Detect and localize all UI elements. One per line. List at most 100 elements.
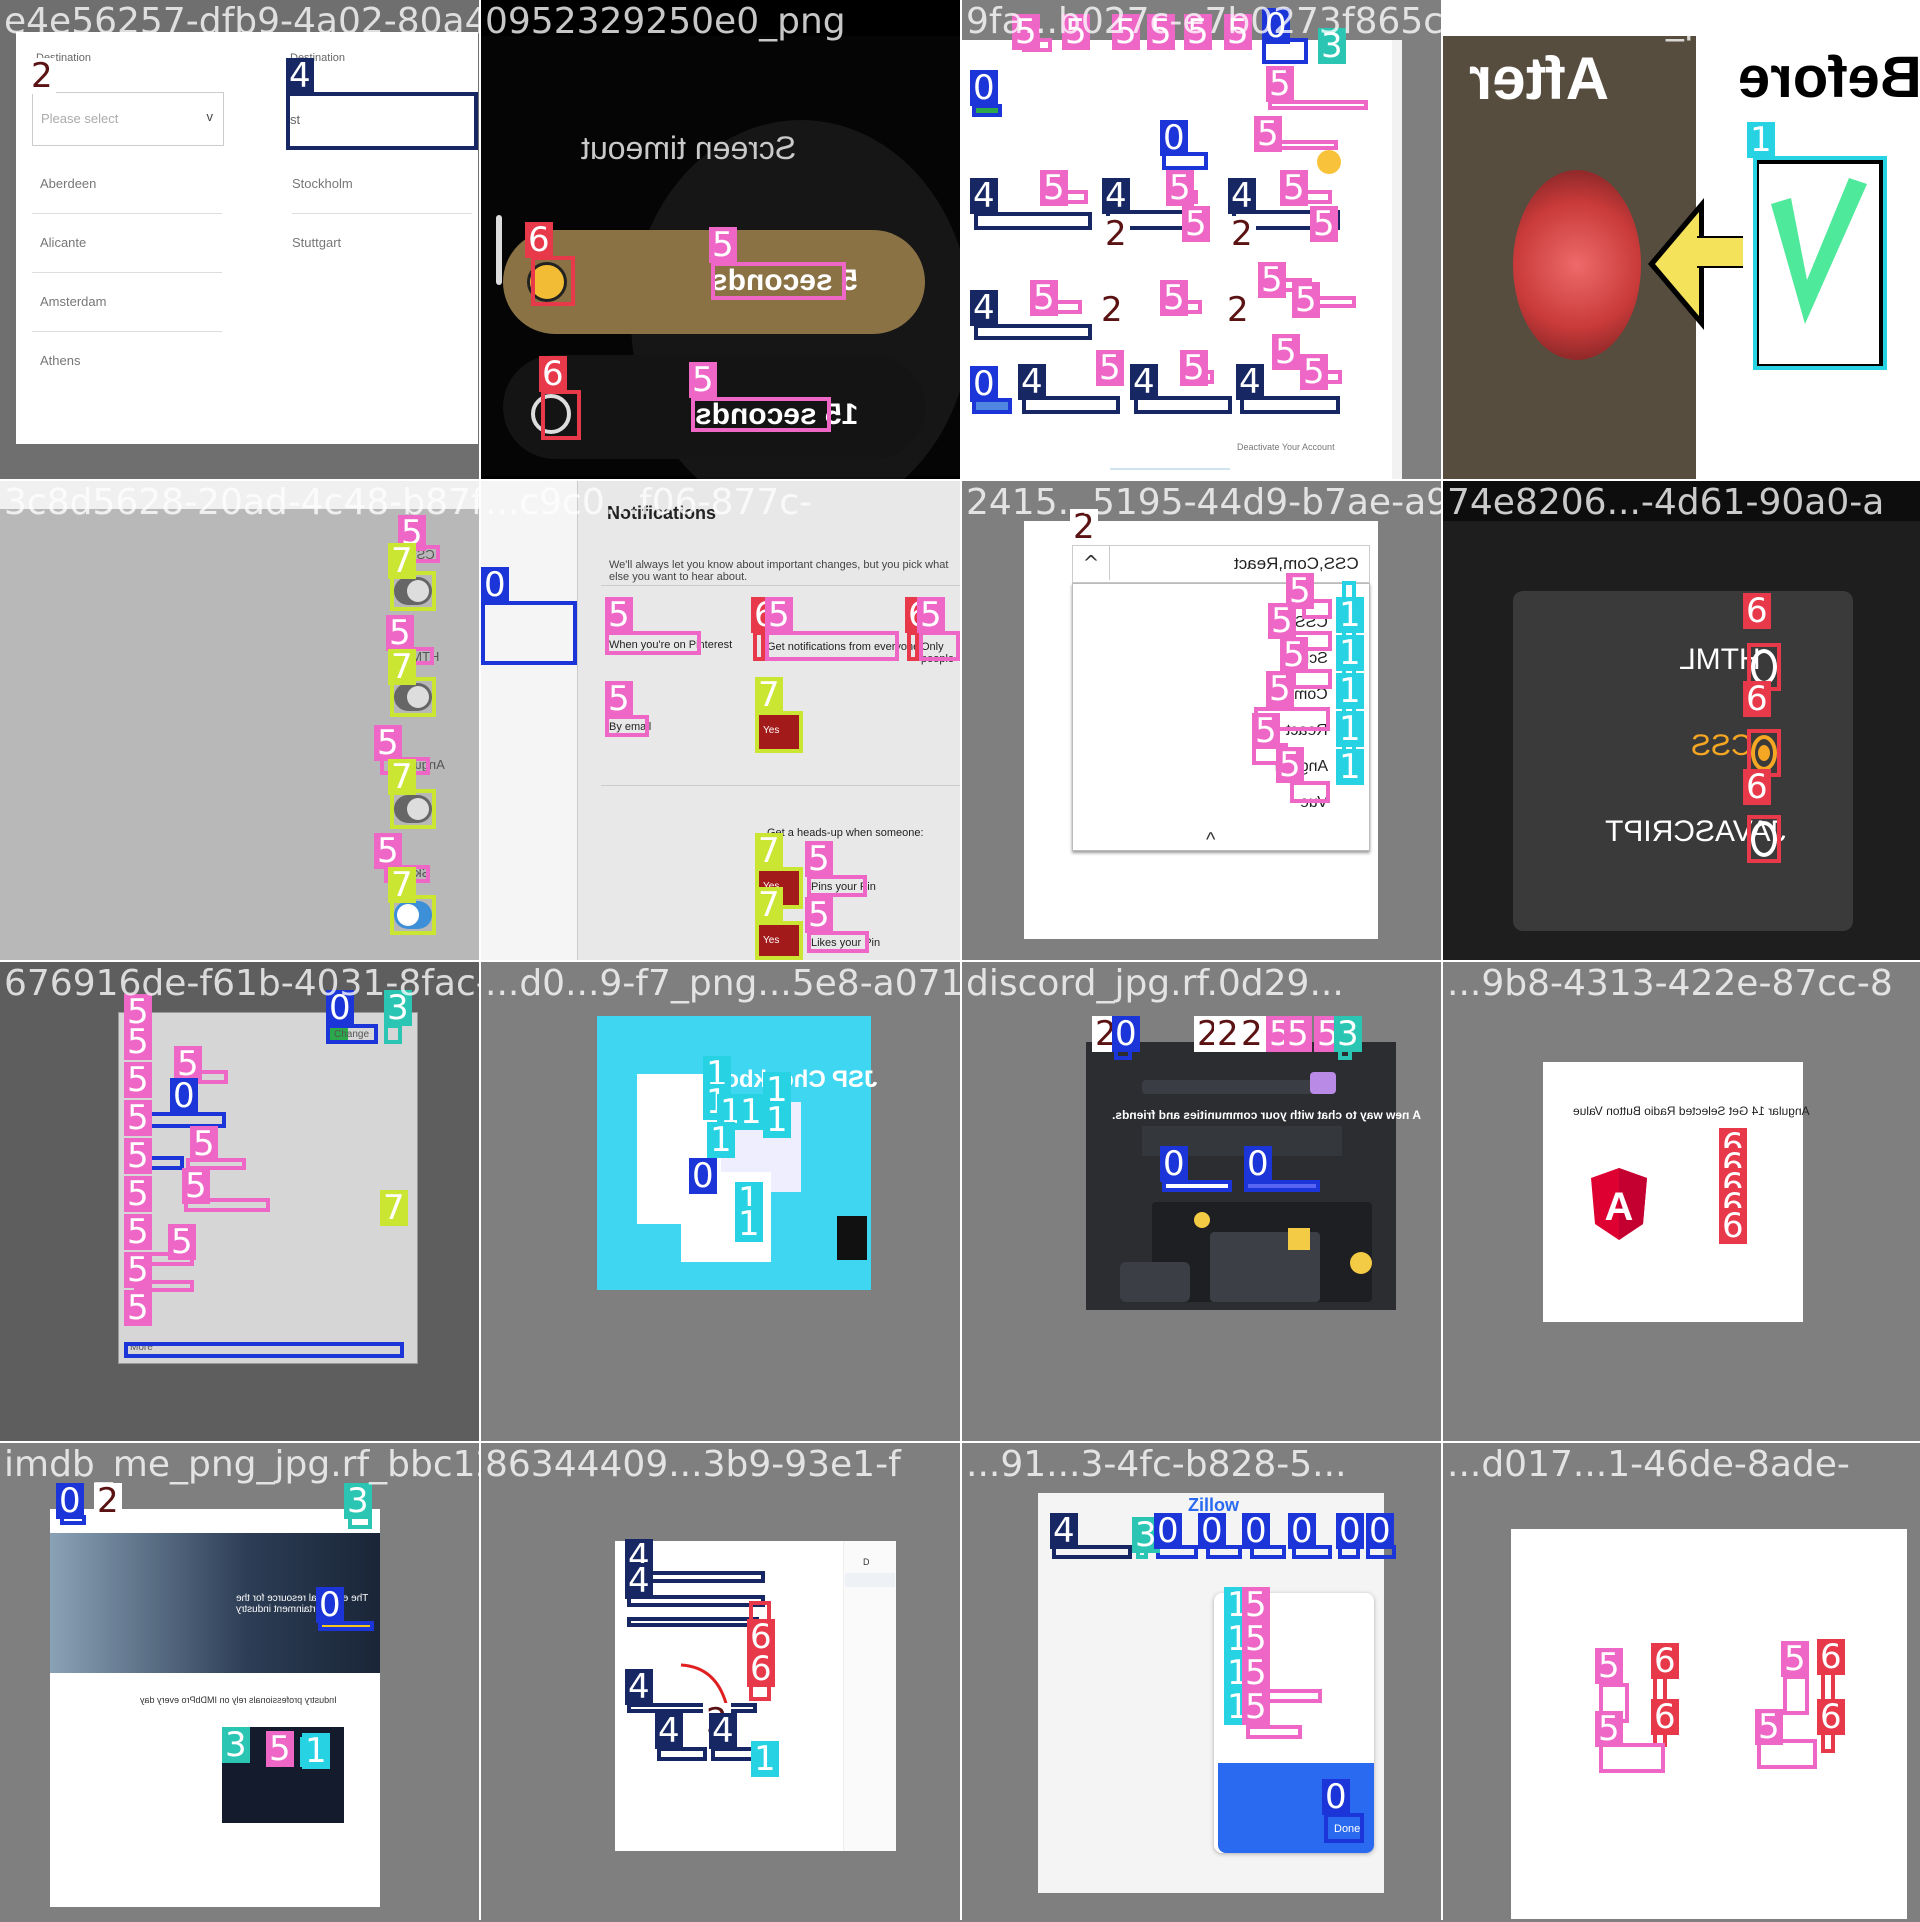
change-button[interactable]: Change (334, 1029, 369, 1040)
class-tag: 5 (1184, 14, 1212, 50)
class-tag: 0 (170, 1078, 198, 1114)
thumbnail (1543, 1062, 1803, 1322)
bbox-4-more (124, 1342, 404, 1358)
section-heading: Get a heads-up when someone: (767, 827, 924, 839)
class-tag: 1 (1336, 673, 1364, 709)
bbox-6 (541, 390, 581, 440)
class-tag: 4 (625, 1669, 653, 1705)
list-item[interactable]: Stuttgart (292, 214, 472, 272)
class-tag: 0 (970, 70, 998, 106)
list-item[interactable]: Stockholm (292, 155, 472, 214)
class-tag: 2 (1224, 292, 1252, 328)
class-tag: 7 (755, 833, 783, 869)
class-tag: 1 (1336, 711, 1364, 747)
class-tag: 5 (1300, 354, 1328, 390)
class-tag: 5 (709, 227, 737, 263)
class-tag: 5 (124, 1252, 152, 1288)
page-title: Notifications (607, 503, 717, 523)
class-tag: 4 (1228, 178, 1256, 214)
red-button-icon (1513, 170, 1641, 360)
class-tag: 4 (1102, 178, 1130, 214)
class-tag: 0 (1112, 1016, 1140, 1052)
class-tag: 4 (709, 1713, 737, 1749)
class-tag: 6 (1817, 1699, 1845, 1735)
class-tag: 1 (1336, 635, 1364, 671)
class-tag: 3 (344, 1483, 372, 1519)
class-tag: 0 (1160, 120, 1188, 156)
class-tag: 5 (1224, 14, 1252, 50)
list-item[interactable]: Alicante (32, 214, 222, 273)
class-tag: 5 (124, 1214, 152, 1250)
bbox-5 (711, 262, 846, 300)
class-tag: 5 (917, 597, 945, 633)
class-tag: 6 (1743, 769, 1771, 805)
subhead: Industry professionals rely on IMDbPro e… (140, 1695, 337, 1705)
class-tag: 5 (190, 1126, 218, 1162)
class-tag: 2 (1102, 216, 1130, 252)
tile-profile-settings: Change 0 3 More 5 5 5 5 5 5 5 5 5 5 0 5 … (0, 962, 479, 1441)
class-tag: 5 (1595, 1648, 1623, 1684)
class-tag: 6 (525, 222, 553, 258)
class-tag: 4 (1050, 1513, 1078, 1549)
class-tag: 1 (737, 1094, 765, 1130)
class-tag: 4 (970, 178, 998, 214)
tile-caption: 86344409...3b9-93e1-f (485, 1444, 901, 1485)
subtitle: We'll always let you know about importan… (609, 559, 949, 583)
class-tag: 4 (625, 1563, 653, 1599)
class-tag: 0 (1244, 1146, 1272, 1182)
class-tag: 0 (326, 990, 354, 1026)
class-tag: 5 (605, 681, 633, 717)
bbox-6 (531, 256, 575, 306)
tags-input[interactable]: CSS,Com,React ^ (1072, 545, 1370, 583)
chevron-up-icon[interactable]: ^ (1206, 829, 1215, 852)
class-tag: 5 (1012, 14, 1040, 50)
class-tag: 4 (1236, 364, 1264, 400)
class-tag: 2 (1070, 509, 1098, 545)
list-item[interactable]: Athens (32, 332, 222, 390)
card (1513, 591, 1853, 931)
class-tag: 5 (266, 1731, 294, 1767)
class-tag: 6 (1743, 681, 1771, 717)
class-tag: 5 (124, 1062, 152, 1098)
deactivate-link[interactable]: Deactivate Your Account (1237, 442, 1335, 452)
class-tag: 7 (755, 887, 783, 923)
bbox-0 (481, 601, 577, 665)
class-tag: 5 (386, 615, 414, 651)
class-tag: 6 (1651, 1643, 1679, 1679)
class-tag: 4 (970, 290, 998, 326)
class-tag: 6 (1651, 1699, 1679, 1735)
class-tag: 5 (1242, 1689, 1270, 1725)
class-tag: 6 (539, 356, 567, 392)
class-tag: 7 (388, 759, 416, 795)
tile-caption: discord_jpg.rf.0d29... (966, 963, 1344, 1004)
class-tag: 1 (302, 1733, 330, 1769)
after-label: After (1469, 45, 1610, 112)
page (1511, 1529, 1907, 1919)
done-button[interactable]: Done (1334, 1823, 1360, 1835)
class-tag: 5 (1310, 206, 1338, 242)
tile-caption: ...91...3-4fc-b828-5... (966, 1444, 1347, 1485)
option-list: Aberdeen Alicante Amsterdam Athens (32, 155, 222, 390)
class-tag: 2 (94, 1483, 122, 1519)
class-tag: 7 (388, 867, 416, 903)
bbox-5 (919, 631, 960, 661)
scrollbar[interactable] (496, 215, 502, 285)
settings-panel (118, 1012, 418, 1364)
class-tag: 5 (1266, 671, 1294, 707)
before-label: Before (1738, 45, 1920, 110)
class-tag: 5 (1268, 603, 1296, 639)
class-tag: 2 (1098, 292, 1126, 328)
class-tag: 5 (1242, 1655, 1270, 1691)
bbox-5 (1783, 1675, 1809, 1715)
class-tag: 5 (1182, 206, 1210, 242)
tile-multiselect: CSS,Com,React ^ CSS Script Com React Ang… (962, 481, 1441, 960)
class-tag: 7 (755, 677, 783, 713)
class-tag: 5 (1147, 14, 1175, 50)
class-tag: 5 (1254, 116, 1282, 152)
sidebar (843, 1541, 896, 1851)
list-item[interactable]: Amsterdam (32, 273, 222, 332)
radio-label: CSS (1691, 729, 1753, 762)
class-tag: 7 (388, 649, 416, 685)
list-item[interactable]: Aberdeen (32, 155, 222, 214)
page-title: JSP Checkbox (711, 1066, 878, 1093)
